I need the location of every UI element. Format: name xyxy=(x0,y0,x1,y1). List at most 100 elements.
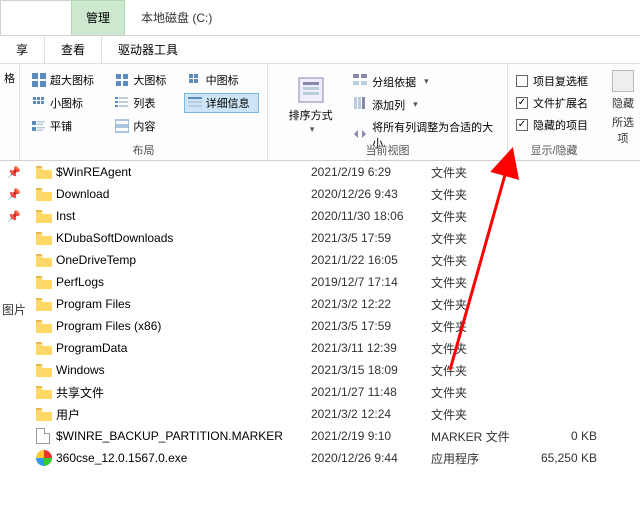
item-checkboxes-label: 项目复选框 xyxy=(533,73,588,89)
table-row[interactable]: Windows2021/3/15 18:09文件夹 xyxy=(36,359,640,381)
nav-pictures[interactable]: 图片 xyxy=(2,301,26,318)
table-row[interactable]: 用户2021/3/2 12:24文件夹 xyxy=(36,403,640,425)
file-name: 360cse_12.0.1567.0.exe xyxy=(56,451,311,465)
sort-by-button[interactable]: 排序方式 xyxy=(276,70,345,140)
file-date: 2021/3/11 12:39 xyxy=(311,341,431,355)
sort-by-label: 排序方式 xyxy=(286,110,335,136)
current-view-group: 排序方式 分组依据 添加列 将所有列调整为合适的大小 当前视图 xyxy=(268,64,508,160)
grid-icon xyxy=(115,73,129,87)
columns-icon xyxy=(353,96,367,113)
file-date: 2019/12/7 17:14 xyxy=(311,275,431,289)
layout-content[interactable]: 内容 xyxy=(111,116,175,136)
grid-icon xyxy=(188,73,202,87)
file-date: 2020/12/26 9:44 xyxy=(311,451,431,465)
table-row[interactable]: 共享文件2021/1/27 11:48文件夹 xyxy=(36,381,640,403)
layout-small-icons[interactable]: 小图标 xyxy=(28,93,103,113)
grid-small-icon xyxy=(32,96,46,110)
file-list: 📌 📌 📌 图片 $WinREAgent2021/2/19 6:29文件夹Dow… xyxy=(0,161,640,469)
ribbon: 格 超大图标 大图标 中图标 小图标 列表 详细信息 平铺 内容 布局 排序方式… xyxy=(0,64,640,161)
file-type: MARKER 文件 xyxy=(431,428,527,445)
layout-medium-icons[interactable]: 中图标 xyxy=(184,70,259,90)
pin-column: 📌 📌 📌 xyxy=(0,161,28,227)
item-checkboxes-toggle[interactable]: 项目复选框 xyxy=(514,72,592,90)
exe-icon xyxy=(36,450,52,466)
table-row[interactable]: PerfLogs2019/12/7 17:14文件夹 xyxy=(36,271,640,293)
subtab-bar: 享 查看 驱动器工具 xyxy=(0,36,640,64)
layout-extra-large-icons[interactable]: 超大图标 xyxy=(28,70,103,90)
table-row[interactable]: 360cse_12.0.1567.0.exe2020/12/26 9:44应用程… xyxy=(36,447,640,469)
file-name: Download xyxy=(56,187,311,201)
layout-large-icons[interactable]: 大图标 xyxy=(111,70,175,90)
layout-tile-label: 平铺 xyxy=(50,118,72,134)
file-name: Program Files (x86) xyxy=(56,319,311,333)
file-date: 2021/1/27 11:48 xyxy=(311,385,431,399)
file-icon xyxy=(36,428,50,444)
window-tabbar: 管理 本地磁盘 (C:) xyxy=(0,0,640,36)
checkbox-icon xyxy=(516,75,528,87)
layout-tiles[interactable]: 平铺 xyxy=(28,116,103,136)
add-columns-label: 添加列 xyxy=(372,97,405,113)
details-icon xyxy=(188,96,202,110)
file-name: 共享文件 xyxy=(56,384,311,401)
file-type: 文件夹 xyxy=(431,252,527,269)
hidden-items-label: 隐藏的项目 xyxy=(533,117,588,133)
hide-label-2: 所选项 xyxy=(608,114,638,146)
file-date: 2021/1/22 16:05 xyxy=(311,253,431,267)
folder-icon xyxy=(36,342,52,355)
table-row[interactable]: Download2020/12/26 9:43文件夹 xyxy=(36,183,640,205)
layout-detail-label: 详细信息 xyxy=(206,95,250,111)
file-name: ProgramData xyxy=(56,341,311,355)
layout-details[interactable]: 详细信息 xyxy=(184,93,259,113)
group-by-button[interactable]: 分组依据 xyxy=(351,72,499,91)
layout-s-label: 小图标 xyxy=(50,95,83,111)
file-type: 文件夹 xyxy=(431,406,527,423)
file-extensions-toggle[interactable]: 文件扩展名 xyxy=(514,94,592,112)
layout-list[interactable]: 列表 xyxy=(111,93,175,113)
file-type: 文件夹 xyxy=(431,318,527,335)
fit-icon xyxy=(353,127,367,144)
file-date: 2021/3/5 17:59 xyxy=(311,231,431,245)
file-name: OneDriveTemp xyxy=(56,253,311,267)
table-row[interactable]: Program Files (x86)2021/3/5 17:59文件夹 xyxy=(36,315,640,337)
layout-xl-label: 超大图标 xyxy=(50,72,94,88)
file-name: Windows xyxy=(56,363,311,377)
file-type: 文件夹 xyxy=(431,230,527,247)
view-tab[interactable]: 查看 xyxy=(45,36,102,63)
folder-icon xyxy=(36,188,52,201)
table-row[interactable]: KDubaSoftDownloads2021/3/5 17:59文件夹 xyxy=(36,227,640,249)
hidden-items-toggle[interactable]: 隐藏的项目 xyxy=(514,116,592,134)
file-name: 用户 xyxy=(56,406,311,423)
layout-group-label: 布局 xyxy=(20,142,267,158)
pin-icon: 📌 xyxy=(0,205,28,227)
file-type: 文件夹 xyxy=(431,274,527,291)
list-icon xyxy=(115,96,129,110)
content-icon xyxy=(115,119,129,133)
blank-tab[interactable] xyxy=(0,0,72,35)
file-type: 文件夹 xyxy=(431,340,527,357)
hide-selected-button[interactable]: 隐藏 所选项 xyxy=(608,70,638,146)
file-size: 0 KB xyxy=(527,429,597,443)
file-type: 文件夹 xyxy=(431,186,527,203)
folder-icon xyxy=(36,166,52,179)
table-row[interactable]: Inst2020/11/30 18:06文件夹 xyxy=(36,205,640,227)
share-tab[interactable]: 享 xyxy=(0,36,45,63)
hide-icon xyxy=(612,70,634,92)
tiles-icon xyxy=(32,119,46,133)
table-row[interactable]: ProgramData2021/3/11 12:39文件夹 xyxy=(36,337,640,359)
grid-icon xyxy=(32,73,46,87)
folder-icon xyxy=(36,210,52,223)
manage-tab[interactable]: 管理 xyxy=(71,0,125,35)
table-row[interactable]: $WINRE_BACKUP_PARTITION.MARKER2021/2/19 … xyxy=(36,425,640,447)
hide-label-1: 隐藏 xyxy=(612,95,634,111)
file-date: 2021/3/15 18:09 xyxy=(311,363,431,377)
file-name: Inst xyxy=(56,209,311,223)
table-row[interactable]: $WinREAgent2021/2/19 6:29文件夹 xyxy=(36,161,640,183)
file-date: 2021/2/19 9:10 xyxy=(311,429,431,443)
add-columns-button[interactable]: 添加列 xyxy=(351,95,499,114)
table-row[interactable]: Program Files2021/3/2 12:22文件夹 xyxy=(36,293,640,315)
table-row[interactable]: OneDriveTemp2021/1/22 16:05文件夹 xyxy=(36,249,640,271)
drive-tools-tab[interactable]: 驱动器工具 xyxy=(102,36,194,63)
file-extensions-label: 文件扩展名 xyxy=(533,95,588,111)
current-view-group-label: 当前视图 xyxy=(268,142,507,158)
show-hide-group: 项目复选框 文件扩展名 隐藏的项目 显示/隐藏 xyxy=(508,64,600,160)
